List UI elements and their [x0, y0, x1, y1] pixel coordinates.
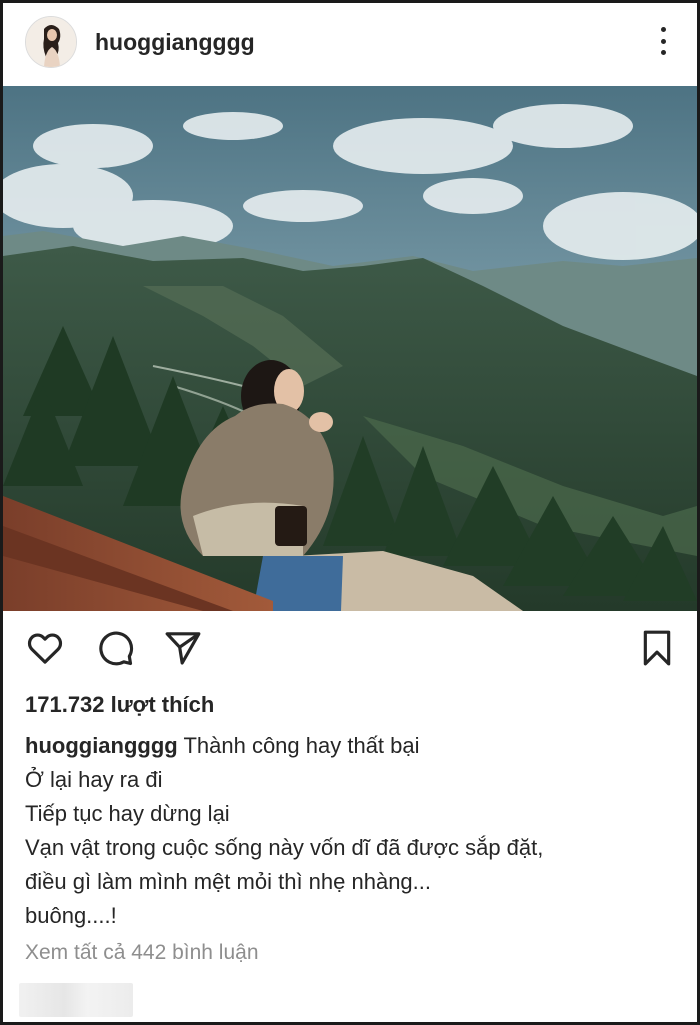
post-username[interactable]: huoggiangggg — [95, 29, 255, 56]
comment-bubble-icon — [99, 631, 134, 666]
heart-outline-icon — [27, 633, 63, 664]
likes-count[interactable]: 171.732 lượt thích — [25, 692, 214, 718]
more-options-button[interactable] — [651, 23, 675, 59]
post-caption: huoggiangggg Thành công hay thất bại Ở l… — [25, 729, 675, 933]
caption-line: Vạn vật trong cuộc sống này vốn dĩ đã đư… — [25, 835, 544, 860]
bookmark-outline-icon — [643, 630, 671, 666]
avatar[interactable] — [25, 16, 77, 68]
post-header: huoggiangggg — [3, 3, 697, 85]
share-button[interactable] — [163, 628, 203, 673]
caption-line: Tiếp tục hay dừng lại — [25, 801, 230, 826]
caption-line: Ở lại hay ra đi — [25, 767, 163, 792]
caption-line: Thành công hay thất bại — [183, 733, 420, 758]
comment-button[interactable] — [95, 628, 135, 673]
instagram-post-card: huoggiangggg 171.732 lượt thích huoggian… — [0, 0, 700, 1025]
caption-username[interactable]: huoggiangggg — [25, 733, 178, 758]
blurred-timestamp — [19, 983, 133, 1017]
save-button[interactable] — [637, 628, 677, 673]
avatar-image — [26, 17, 76, 67]
caption-line: buông....! — [25, 903, 117, 928]
more-dot — [660, 50, 666, 55]
more-vertical-icon — [660, 27, 666, 32]
post-actions — [3, 628, 697, 672]
more-dot — [660, 38, 666, 44]
paper-plane-icon — [165, 632, 201, 665]
like-button[interactable] — [25, 628, 65, 673]
post-photo[interactable] — [3, 86, 697, 611]
landscape-photo — [3, 86, 697, 611]
caption-first-line: huoggiangggg Thành công hay thất bại — [25, 729, 675, 763]
view-all-comments-link[interactable]: Xem tất cả 442 bình luận — [25, 941, 259, 965]
caption-line: điều gì làm mình mệt mỏi thì nhẹ nhàng..… — [25, 869, 432, 894]
